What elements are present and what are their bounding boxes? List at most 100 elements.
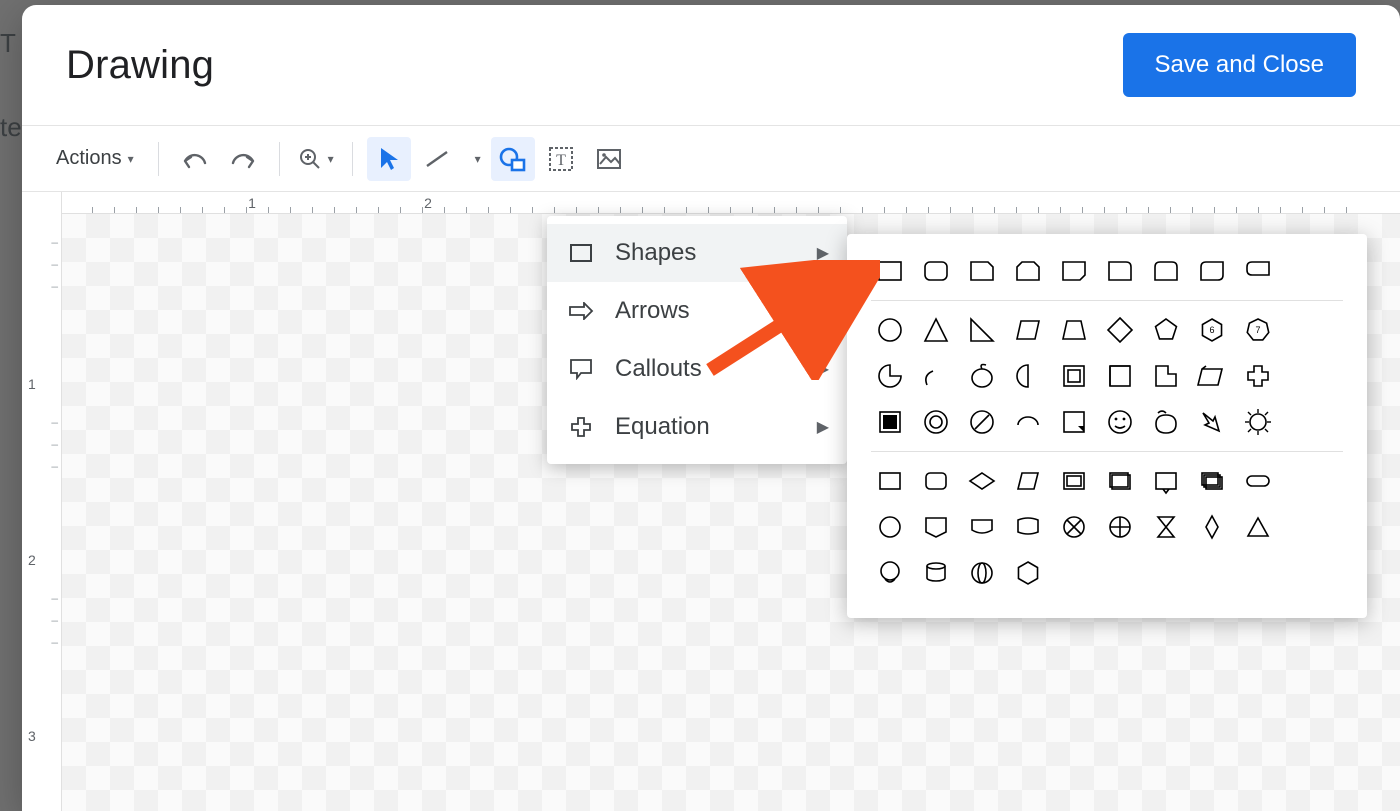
shape-flow-8[interactable] (1239, 462, 1277, 500)
shape-flow-1[interactable] (917, 462, 955, 500)
shape-flow2-5[interactable] (1101, 508, 1139, 546)
zoom-icon (298, 147, 322, 171)
shape-flow2-8[interactable] (1239, 508, 1277, 546)
shape-basic-8[interactable]: 7 (1239, 311, 1277, 349)
shape-basic2-2[interactable] (963, 357, 1001, 395)
shape-basic3-2[interactable] (963, 403, 1001, 441)
shape-rect-variant-5[interactable] (1101, 252, 1139, 290)
shape-rect-variant-3[interactable] (1009, 252, 1047, 290)
shape-basic3-7[interactable] (1193, 403, 1231, 441)
shape-basic-6[interactable] (1147, 311, 1185, 349)
svg-text:T: T (556, 152, 566, 169)
background-text-top: T (0, 28, 16, 59)
shape-basic2-1[interactable] (917, 357, 955, 395)
shape-flow3-0[interactable] (871, 554, 909, 592)
shape-basic2-3[interactable] (1009, 357, 1047, 395)
undo-button[interactable] (173, 137, 217, 181)
shape-basic3-0[interactable] (871, 403, 909, 441)
shape-basic-3[interactable] (1009, 311, 1047, 349)
vertical-ruler: 1 2 3 ––– ––– ––– (22, 192, 62, 811)
shape-flow2-3[interactable] (1009, 508, 1047, 546)
select-tool-button[interactable] (367, 137, 411, 181)
shape-flow2-0[interactable] (871, 508, 909, 546)
shape-flow2-4[interactable] (1055, 508, 1093, 546)
undo-icon (181, 149, 209, 169)
shape-basic-1[interactable] (917, 311, 955, 349)
shape-basic-5[interactable] (1101, 311, 1139, 349)
menu-item-shapes[interactable]: Shapes ▶ (547, 224, 847, 282)
menu-item-label: Callouts (615, 355, 702, 383)
shape-tool-button[interactable] (491, 137, 535, 181)
toolbar-separator (158, 142, 159, 176)
panel-divider (871, 451, 1343, 452)
panel-divider (871, 300, 1343, 301)
textbox-tool-button[interactable]: T (539, 137, 583, 181)
shape-basic3-4[interactable] (1055, 403, 1093, 441)
shape-basic3-1[interactable] (917, 403, 955, 441)
shape-basic3-3[interactable] (1009, 403, 1047, 441)
menu-item-arrows[interactable]: Arrows ▶ (547, 282, 847, 340)
shape-basic2-0[interactable] (871, 357, 909, 395)
plus-icon (567, 416, 595, 438)
shape-rect-variant-4[interactable] (1055, 252, 1093, 290)
image-icon (596, 148, 622, 170)
shape-rect-variant-8[interactable] (1239, 252, 1277, 290)
shape-flow-5[interactable] (1101, 462, 1139, 500)
shape-flow3-2[interactable] (963, 554, 1001, 592)
shape-rect-variant-0[interactable] (871, 252, 909, 290)
submenu-arrow-icon: ▶ (817, 359, 829, 379)
shape-category-menu: Shapes ▶ Arrows ▶ Callouts ▶ Equation ▶ (547, 216, 847, 464)
shape-rect-variant-2[interactable] (963, 252, 1001, 290)
menu-item-callouts[interactable]: Callouts ▶ (547, 340, 847, 398)
textbox-icon: T (548, 146, 574, 172)
shape-flow-7[interactable] (1193, 462, 1231, 500)
background-text-mid: te (0, 112, 22, 143)
shape-flow-6[interactable] (1147, 462, 1185, 500)
image-tool-button[interactable] (587, 137, 631, 181)
line-tool-dropdown[interactable]: ▾ (463, 137, 487, 181)
vruler-number: 3 (28, 728, 36, 744)
line-tool-button[interactable] (415, 137, 459, 181)
shape-flow2-6[interactable] (1147, 508, 1185, 546)
shape-basic2-5[interactable] (1101, 357, 1139, 395)
shape-basic-7[interactable]: 6 (1193, 311, 1231, 349)
shape-basic2-7[interactable] (1193, 357, 1231, 395)
shape-basic-0[interactable] (871, 311, 909, 349)
save-and-close-button[interactable]: Save and Close (1123, 33, 1356, 97)
shape-flow3-1[interactable] (917, 554, 955, 592)
redo-button[interactable] (221, 137, 265, 181)
shape-basic2-6[interactable] (1147, 357, 1185, 395)
shape-flow3-3[interactable] (1009, 554, 1047, 592)
hruler-number: 2 (424, 195, 432, 211)
toolbar-separator (279, 142, 280, 176)
shape-basic-2[interactable] (963, 311, 1001, 349)
svg-text:7: 7 (1255, 325, 1260, 335)
shape-basic2-4[interactable] (1055, 357, 1093, 395)
shape-rect-variant-7[interactable] (1193, 252, 1231, 290)
shape-flow2-1[interactable] (917, 508, 955, 546)
shape-rect-variant-1[interactable] (917, 252, 955, 290)
shape-basic-4[interactable] (1055, 311, 1093, 349)
dialog-title: Drawing (66, 43, 214, 88)
shape-flow2-7[interactable] (1193, 508, 1231, 546)
menu-item-equation[interactable]: Equation ▶ (547, 398, 847, 456)
shape-basic3-8[interactable] (1239, 403, 1277, 441)
vruler-number: 1 (28, 376, 36, 392)
actions-menu-button[interactable]: Actions ▾ (46, 137, 144, 181)
toolbar-separator (352, 142, 353, 176)
shape-flow2-2[interactable] (963, 508, 1001, 546)
menu-item-label: Shapes (615, 239, 696, 267)
shape-flow-4[interactable] (1055, 462, 1093, 500)
shape-rect-variant-6[interactable] (1147, 252, 1185, 290)
menu-item-label: Equation (615, 413, 710, 441)
shape-basic2-8[interactable] (1239, 357, 1277, 395)
submenu-arrow-icon: ▶ (817, 301, 829, 321)
zoom-button[interactable]: ▾ (294, 137, 338, 181)
toolbar: Actions ▾ ▾ ▾ T (22, 126, 1400, 192)
shape-flow-3[interactable] (1009, 462, 1047, 500)
caret-down-icon: ▾ (328, 152, 334, 166)
shape-basic3-6[interactable] (1147, 403, 1185, 441)
shape-flow-2[interactable] (963, 462, 1001, 500)
shape-flow-0[interactable] (871, 462, 909, 500)
shape-basic3-5[interactable] (1101, 403, 1139, 441)
